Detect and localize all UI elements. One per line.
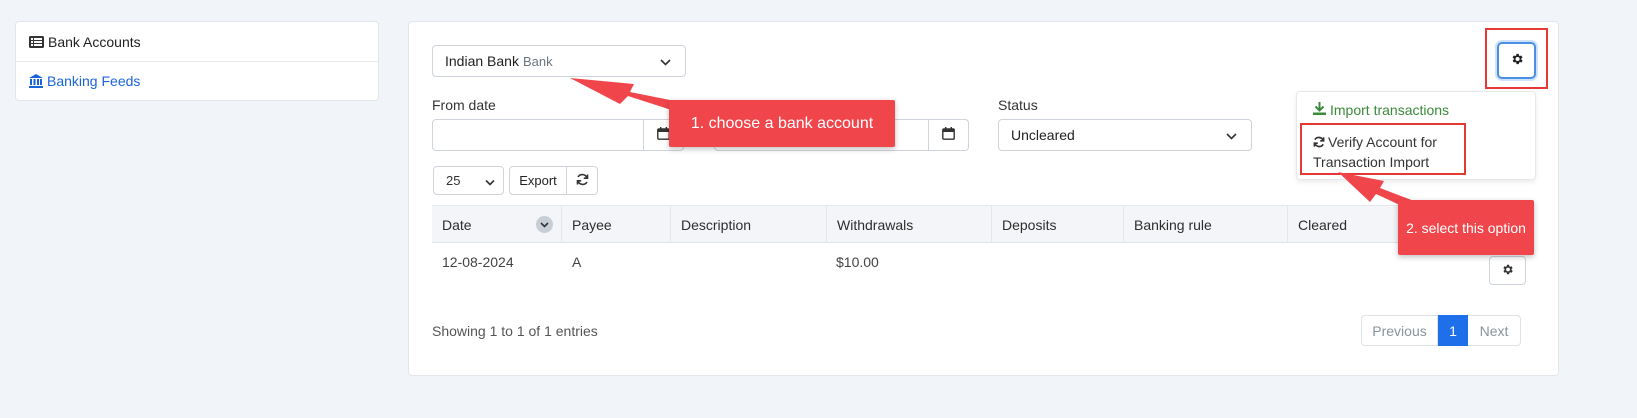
- gear-icon: [1501, 263, 1514, 279]
- annotation-step-1: 1. choose a bank account: [669, 100, 895, 147]
- highlight-box: [1300, 123, 1466, 175]
- column-header-description[interactable]: Description: [671, 206, 827, 243]
- account-name: Indian Bank: [445, 53, 519, 69]
- sidebar-item-bank-accounts[interactable]: Bank Accounts: [16, 22, 378, 61]
- row-settings-button[interactable]: [1489, 256, 1526, 285]
- list-icon: [29, 35, 44, 48]
- page-size-value: 25: [446, 173, 461, 188]
- calendar-icon: [942, 127, 955, 143]
- status-value: Uncleared: [1011, 127, 1075, 143]
- bank-icon: [29, 74, 43, 88]
- gear-icon: [1510, 52, 1524, 69]
- chevron-down-icon: [660, 53, 671, 69]
- sidebar-item-banking-feeds[interactable]: Banking Feeds: [16, 61, 378, 100]
- from-date-input[interactable]: [432, 119, 644, 151]
- column-header-withdrawals[interactable]: Withdrawals: [827, 206, 992, 243]
- column-header-payee[interactable]: Payee: [562, 206, 671, 243]
- page-size-select[interactable]: 25: [433, 166, 504, 195]
- settings-menu-button[interactable]: [1497, 42, 1536, 79]
- sidebar-item-label: Bank Accounts: [48, 33, 141, 50]
- bank-account-select[interactable]: Indian Bank Bank: [432, 45, 686, 77]
- export-button[interactable]: Export: [509, 166, 567, 195]
- status-select[interactable]: Uncleared: [998, 119, 1252, 151]
- to-date-calendar-button[interactable]: [929, 119, 969, 151]
- account-type: Bank: [522, 53, 553, 69]
- column-header-deposits[interactable]: Deposits: [992, 206, 1124, 243]
- main-panel: Indian Bank Bank From date Status Unclea…: [408, 21, 1559, 376]
- cell-withdrawals: $10.00: [836, 254, 879, 270]
- column-header-banking-rule[interactable]: Banking rule: [1124, 206, 1288, 243]
- table-header: Date Payee Description Withdrawals Depos…: [432, 205, 1531, 243]
- column-header-date[interactable]: Date: [432, 206, 562, 243]
- column-label: Date: [442, 216, 472, 233]
- table-info: Showing 1 to 1 of 1 entries: [432, 323, 598, 339]
- status-label: Status: [998, 97, 1038, 113]
- chevron-down-icon: [485, 173, 495, 188]
- chevron-down-icon: [1226, 127, 1237, 143]
- from-date-label: From date: [432, 97, 496, 113]
- download-icon: [1313, 102, 1326, 118]
- refresh-button[interactable]: [566, 166, 598, 195]
- pagination: Previous 1 Next: [1361, 315, 1521, 346]
- sort-icon[interactable]: [536, 216, 553, 233]
- cell-payee: A: [572, 254, 582, 270]
- refresh-icon: [576, 173, 589, 189]
- sidebar: Bank Accounts Banking Feeds: [15, 21, 379, 101]
- menu-item-import[interactable]: Import transactions: [1313, 102, 1449, 118]
- sidebar-item-label: Banking Feeds: [47, 73, 141, 89]
- pagination-previous[interactable]: Previous: [1361, 315, 1438, 346]
- annotation-step-2: 2. select this option: [1398, 200, 1534, 255]
- pagination-page-1[interactable]: 1: [1438, 315, 1468, 346]
- pagination-next[interactable]: Next: [1468, 315, 1521, 346]
- cell-date: 12-08-2024: [442, 254, 514, 270]
- menu-item-label: Import transactions: [1330, 102, 1450, 118]
